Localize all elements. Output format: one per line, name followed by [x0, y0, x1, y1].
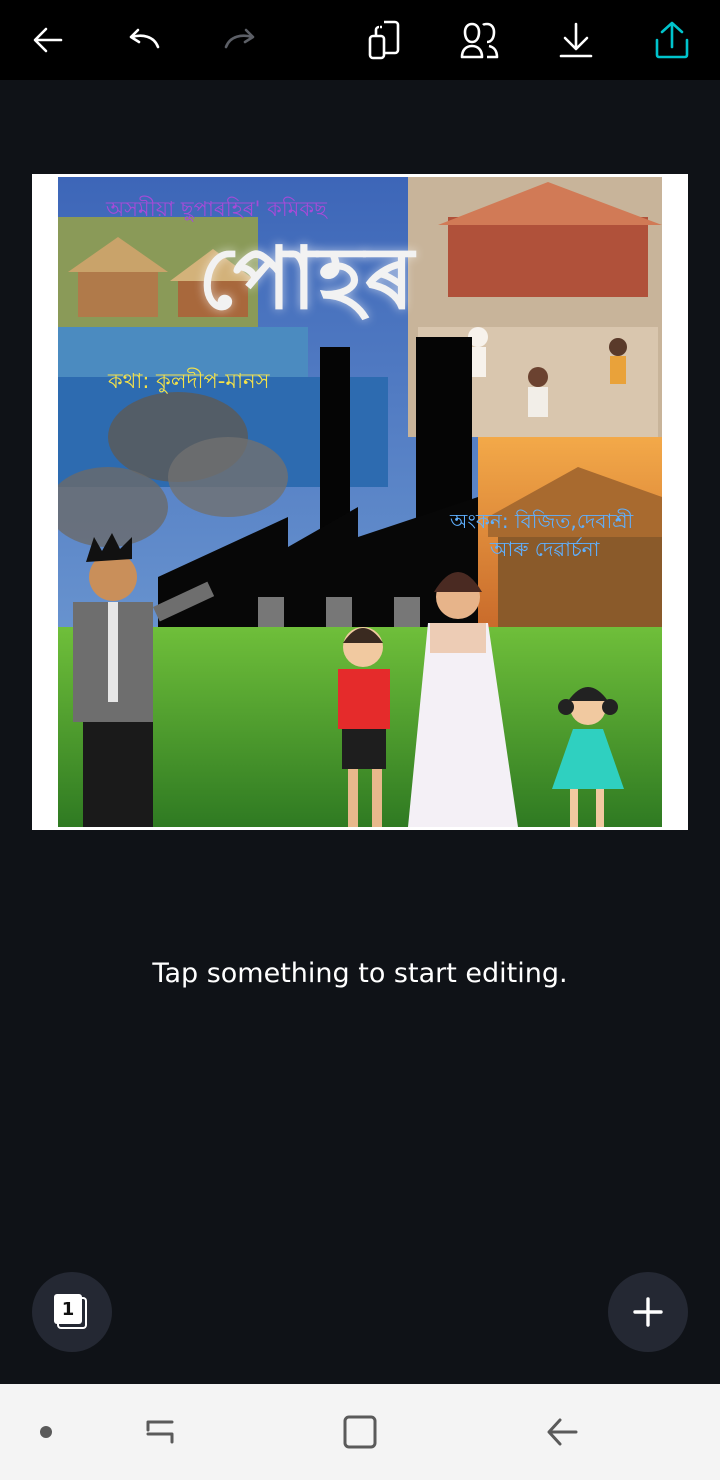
download-button[interactable]	[548, 12, 604, 68]
nav-dot-button[interactable]	[22, 1408, 70, 1456]
download-icon	[559, 22, 593, 58]
system-nav-bar	[0, 1384, 720, 1480]
redo-icon	[224, 28, 255, 49]
recent-apps-button[interactable]	[136, 1408, 184, 1456]
duplicate-page-button[interactable]	[356, 12, 412, 68]
back-icon	[547, 1418, 578, 1446]
comic-title-text[interactable]: পোহৰ	[198, 213, 416, 356]
plus-icon	[633, 1297, 663, 1327]
home-icon	[343, 1415, 377, 1449]
art-credit-text-line2[interactable]: আৰু দেৱাৰ্চনা	[490, 535, 599, 568]
top-toolbar	[0, 0, 720, 80]
add-element-button[interactable]	[608, 1272, 688, 1352]
story-credit-text[interactable]: কথা: কুলদীপ-মানস	[108, 365, 270, 400]
pages-icon: 1	[54, 1294, 82, 1324]
comic-cover-artwork[interactable]: অসমীয়া ছুপাৰহিৰ' কমিকছ পোহৰ কথা: কুলদীপ…	[58, 177, 662, 827]
arrow-left-icon	[33, 27, 63, 53]
collaborate-button[interactable]	[452, 12, 508, 68]
dot-icon	[40, 1426, 52, 1438]
editing-hint: Tap something to start editing.	[152, 958, 568, 989]
redo-button[interactable]	[212, 12, 268, 68]
undo-button[interactable]	[116, 12, 172, 68]
home-button[interactable]	[336, 1408, 384, 1456]
pages-button[interactable]: 1	[32, 1272, 112, 1352]
system-back-button[interactable]	[538, 1408, 586, 1456]
duplicate-icon	[368, 20, 400, 60]
back-button[interactable]	[20, 12, 76, 68]
share-button[interactable]	[644, 12, 700, 68]
recent-apps-icon	[146, 1420, 174, 1444]
undo-icon	[129, 28, 160, 49]
share-upload-icon	[655, 21, 689, 59]
people-icon	[460, 22, 499, 59]
design-page[interactable]: অসমীয়া ছুপাৰহিৰ' কমিকছ পোহৰ কথা: কুলদীপ…	[32, 174, 688, 830]
